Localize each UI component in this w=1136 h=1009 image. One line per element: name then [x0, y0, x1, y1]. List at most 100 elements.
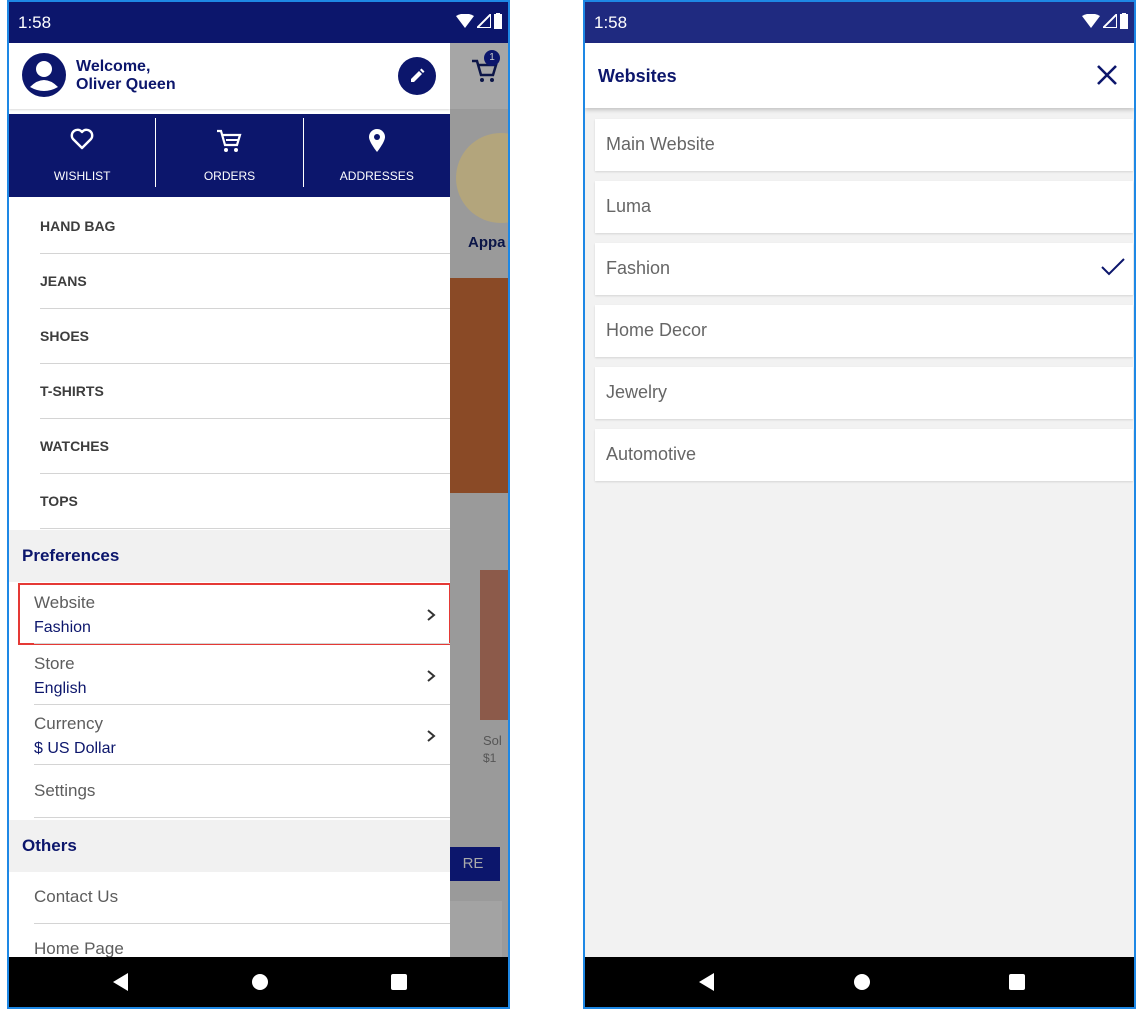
product-price: $1: [483, 751, 497, 765]
store-preference[interactable]: Store English: [19, 645, 450, 705]
home-button[interactable]: [842, 957, 882, 1007]
navigation-drawer: Welcome, Oliver Queen WISHLIST ORDERS AD…: [9, 43, 450, 957]
settings-item[interactable]: Settings: [19, 766, 450, 818]
category-item-jeans[interactable]: JEANS: [9, 254, 450, 309]
right-screen: 1:58 Websites Main Website Luma Fashion …: [583, 0, 1136, 1009]
edit-profile-button[interactable]: [398, 57, 436, 95]
battery-icon: [1120, 13, 1128, 29]
contact-us-item[interactable]: Contact Us: [19, 872, 450, 924]
website-option-luma[interactable]: Luma: [595, 181, 1133, 233]
website-label: Website: [34, 593, 96, 612]
website-list: Main Website Luma Fashion Home Decor Jew…: [595, 119, 1133, 491]
status-time: 1:58: [18, 13, 52, 32]
explore-button: RE: [450, 847, 500, 881]
category-list: HAND BAG JEANS SHOES T-SHIRTS WATCHES TO…: [9, 199, 450, 529]
website-value: Fashion: [34, 619, 91, 636]
website-option-home-decor[interactable]: Home Decor: [595, 305, 1133, 357]
addresses-label: ADDRESSES: [339, 169, 414, 183]
product-name: Sol: [483, 733, 502, 748]
left-screen: 1:58 1 Appa Sol $1 RE Welcome, Oliver Qu…: [7, 0, 510, 1009]
close-button[interactable]: [1092, 60, 1122, 90]
home-circle-icon: [854, 974, 870, 990]
preferences-header: Preferences: [9, 530, 450, 582]
chevron-right-icon: [427, 730, 436, 742]
back-icon: [113, 973, 128, 991]
avatar-icon[interactable]: [22, 53, 66, 97]
recents-button[interactable]: [379, 957, 419, 1007]
currency-preference[interactable]: Currency $ US Dollar: [19, 705, 450, 765]
drawer-header: Welcome, Oliver Queen: [9, 43, 450, 109]
category-label: TOPS: [40, 493, 78, 509]
product-card: [450, 901, 502, 957]
category-label: Appa: [468, 234, 506, 251]
signal-icon: [1103, 14, 1117, 28]
category-item-t-shirts[interactable]: T-SHIRTS: [9, 364, 450, 419]
signal-icon: [477, 14, 491, 28]
category-item-hand-bag[interactable]: HAND BAG: [9, 199, 450, 254]
battery-icon: [494, 13, 502, 29]
recents-icon: [1009, 974, 1025, 990]
home-page-item[interactable]: Home Page: [19, 924, 450, 957]
checkmark-icon: [1101, 258, 1125, 276]
recents-button[interactable]: [997, 957, 1037, 1007]
category-item-shoes[interactable]: SHOES: [9, 309, 450, 364]
category-image: [456, 133, 508, 223]
status-bar: 1:58: [585, 2, 1134, 43]
welcome-greeting: Welcome,: [76, 58, 151, 75]
website-option-jewelry[interactable]: Jewelry: [595, 367, 1133, 419]
cart-icon: [217, 129, 242, 152]
chevron-right-icon: [427, 670, 436, 682]
website-option-automotive[interactable]: Automotive: [595, 429, 1133, 481]
category-item-tops[interactable]: TOPS: [9, 474, 450, 529]
status-time: 1:58: [594, 13, 628, 32]
category-label: JEANS: [40, 273, 87, 289]
wishlist-label: WISHLIST: [53, 169, 111, 183]
orders-label: ORDERS: [203, 169, 256, 183]
product-image: [480, 570, 508, 720]
website-name: Luma: [606, 196, 652, 216]
page-title: Websites: [598, 66, 677, 86]
store-value: English: [34, 680, 87, 697]
others-title: Others: [22, 836, 77, 855]
close-icon: [1097, 65, 1117, 85]
website-option-main-website[interactable]: Main Website: [595, 119, 1133, 171]
wishlist-button[interactable]: WISHLIST: [9, 114, 155, 197]
website-name: Home Decor: [606, 320, 708, 340]
category-label: WATCHES: [40, 438, 109, 454]
currency-value: $ US Dollar: [34, 740, 116, 757]
home-page-label: Home Page: [34, 939, 124, 957]
heart-icon: [70, 128, 94, 150]
wifi-icon: [1082, 14, 1100, 28]
category-label: SHOES: [40, 328, 90, 344]
preferences-title: Preferences: [22, 546, 120, 565]
category-item-watches[interactable]: WATCHES: [9, 419, 450, 474]
cart-badge: 1: [484, 50, 500, 66]
website-name: Main Website: [606, 134, 715, 154]
orders-button[interactable]: ORDERS: [156, 114, 302, 197]
store-label: Store: [34, 654, 75, 673]
banner-image: [450, 278, 508, 493]
website-name: Jewelry: [606, 382, 668, 402]
quick-actions-bar: WISHLIST ORDERS ADDRESSES: [9, 114, 450, 197]
category-label: HAND BAG: [40, 218, 116, 234]
home-button[interactable]: [240, 957, 280, 1007]
home-circle-icon: [252, 974, 268, 990]
back-button[interactable]: [687, 957, 727, 1007]
website-option-fashion[interactable]: Fashion: [595, 243, 1133, 295]
navigation-bar: [9, 957, 508, 1007]
websites-toolbar: Websites: [585, 43, 1134, 108]
addresses-button[interactable]: ADDRESSES: [304, 114, 450, 197]
contact-us-label: Contact Us: [34, 887, 119, 906]
settings-label: Settings: [34, 781, 96, 800]
back-button[interactable]: [101, 957, 141, 1007]
wifi-icon: [456, 14, 474, 28]
status-bar: 1:58: [9, 2, 508, 43]
currency-label: Currency: [34, 714, 103, 733]
pencil-icon: [411, 68, 425, 82]
website-preference[interactable]: Website Fashion: [18, 583, 450, 645]
others-header: Others: [9, 820, 450, 872]
website-name: Fashion: [606, 258, 671, 278]
location-pin-icon: [368, 129, 385, 152]
user-name: Oliver Queen: [76, 76, 176, 93]
navigation-bar: [585, 957, 1134, 1007]
